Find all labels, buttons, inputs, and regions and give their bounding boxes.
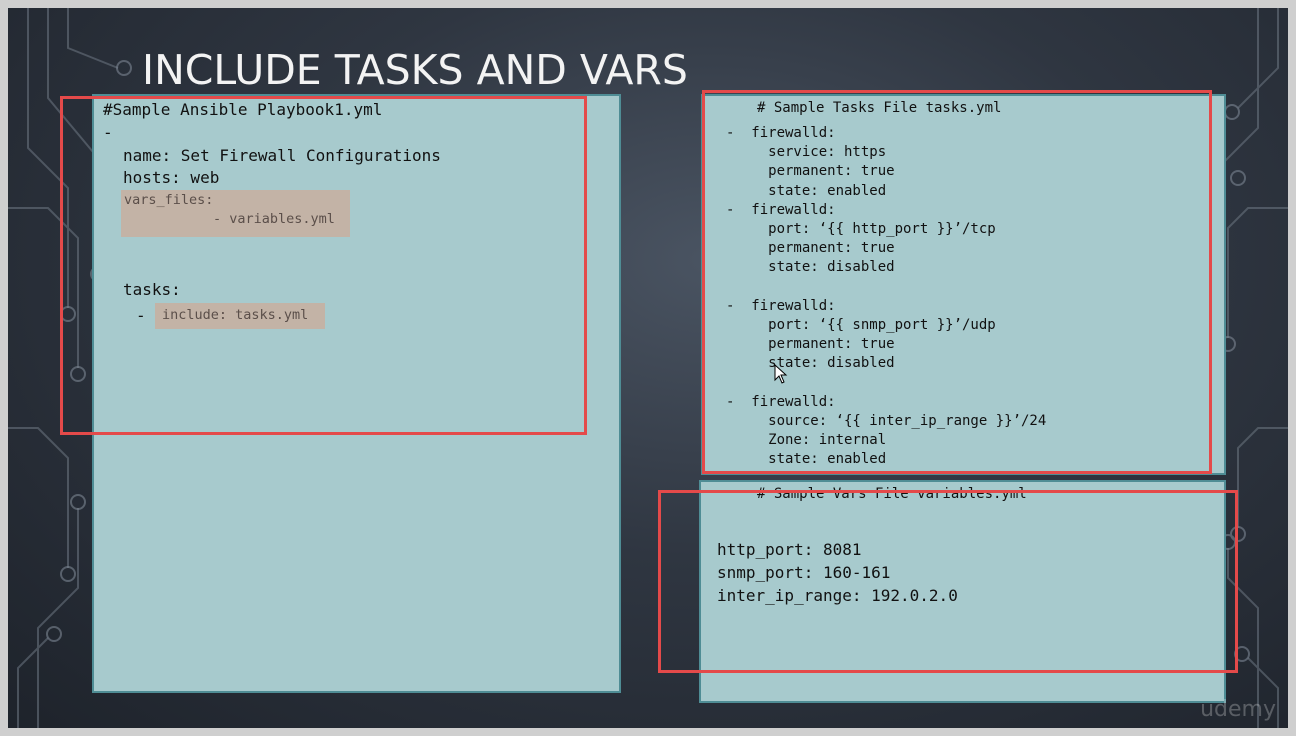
playbook-red-highlight (60, 96, 587, 435)
udemy-watermark: udemy (1200, 697, 1276, 722)
vars-red-highlight (658, 490, 1238, 673)
tasks-red-highlight (702, 90, 1212, 474)
mouse-cursor-icon (774, 364, 788, 384)
slide: INCLUDE TASKS AND VARS #Sample Ansible P… (8, 8, 1288, 728)
slide-title: INCLUDE TASKS AND VARS (142, 46, 688, 94)
